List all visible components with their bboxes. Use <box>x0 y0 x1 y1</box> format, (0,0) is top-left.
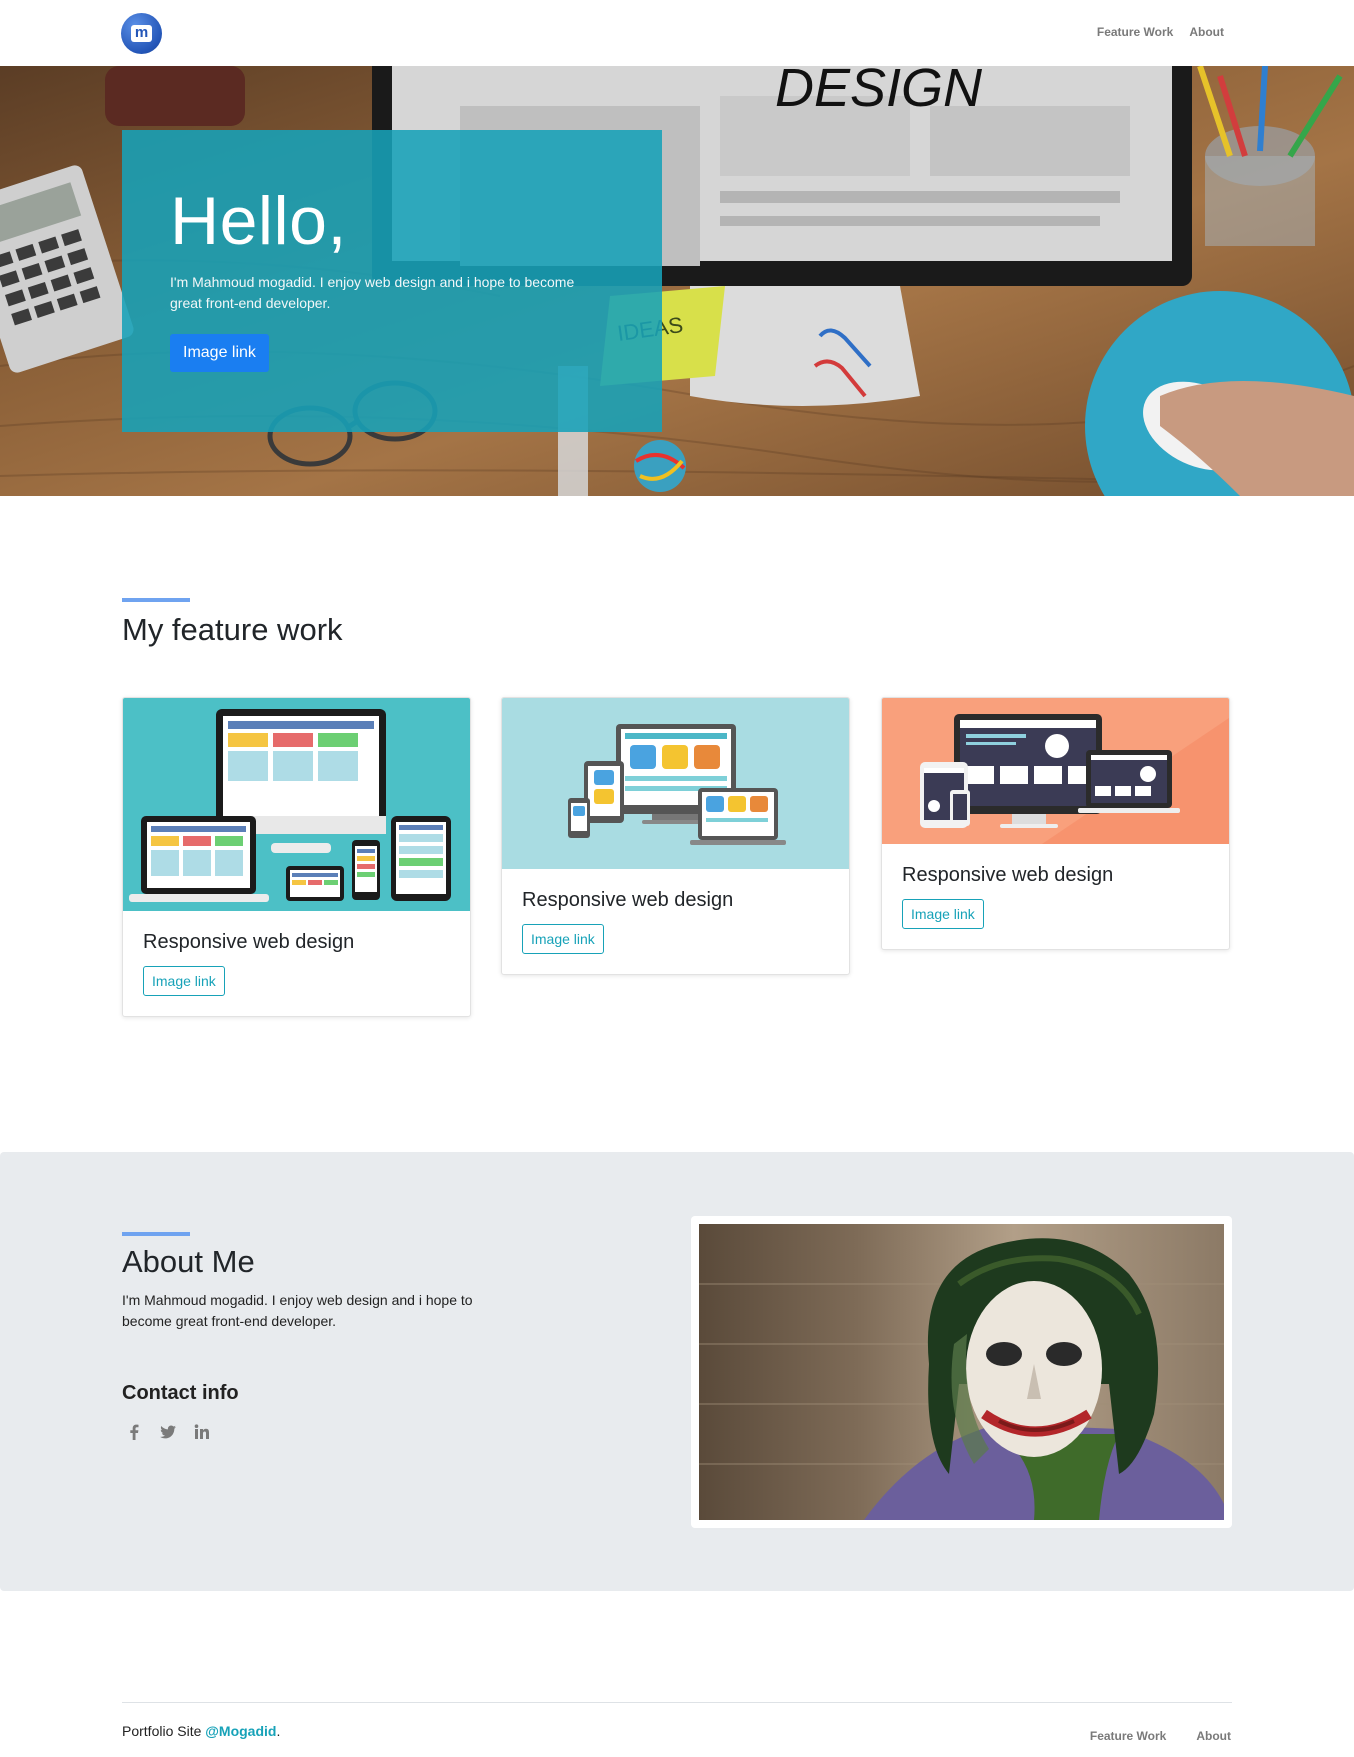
footer-text: Portfolio Site @Mogadid. <box>122 1723 280 1739</box>
feature-card-1: Responsive web design Image link <box>122 697 471 1017</box>
logo[interactable]: m <box>121 13 162 54</box>
social-links <box>124 1422 212 1442</box>
footer-nav: Feature Work About <box>1090 1729 1231 1743</box>
hero-image-link-button[interactable]: Image link <box>170 334 269 372</box>
feature-card-3-image <box>882 698 1229 844</box>
feature-card-3-button[interactable]: Image link <box>902 899 984 929</box>
about-title: About Me <box>122 1244 255 1279</box>
nav-link-about[interactable]: About <box>1189 25 1224 39</box>
feature-card-1-title: Responsive web design <box>143 931 355 953</box>
about-photo <box>699 1224 1224 1520</box>
feature-card-1-button[interactable]: Image link <box>143 966 225 996</box>
feature-card-2: Responsive web design Image link <box>501 697 850 975</box>
feature-card-2-button[interactable]: Image link <box>522 924 604 954</box>
feature-card-2-image <box>502 698 849 869</box>
footer-suffix: . <box>276 1723 281 1739</box>
about-section: About Me I'm Mahmoud mogadid. I enjoy we… <box>0 1152 1354 1591</box>
footer-divider <box>122 1702 1232 1703</box>
feature-card-1-image <box>123 698 470 911</box>
navbar: m Feature Work About <box>0 0 1354 66</box>
contact-info-title: Contact info <box>122 1382 239 1404</box>
feature-card-3: Responsive web design Image link <box>881 697 1230 950</box>
facebook-icon[interactable] <box>124 1422 144 1442</box>
feature-accent-bar <box>122 598 190 602</box>
nav-link-feature-work[interactable]: Feature Work <box>1097 25 1173 39</box>
footer-label: Portfolio Site <box>122 1723 206 1739</box>
about-text: I'm Mahmoud mogadid. I enjoy web design … <box>122 1292 473 1329</box>
hero-title: Hello, <box>170 183 347 259</box>
footer-link-about[interactable]: About <box>1196 1729 1231 1743</box>
hero-banner: DESIGN IDEAS <box>0 66 1354 496</box>
about-photo-frame <box>691 1216 1232 1528</box>
footer-author-link[interactable]: @Mogadid <box>205 1723 276 1739</box>
top-nav: Feature Work About <box>1097 25 1224 39</box>
feature-card-3-title: Responsive web design <box>902 864 1114 886</box>
linkedin-icon[interactable] <box>192 1422 212 1442</box>
feature-card-2-title: Responsive web design <box>522 889 734 911</box>
logo-letter: m <box>131 25 152 42</box>
footer-link-feature-work[interactable]: Feature Work <box>1090 1729 1166 1743</box>
twitter-icon[interactable] <box>158 1422 178 1442</box>
hero-bg-lettering: DESIGN <box>775 66 983 118</box>
hero-text: I'm Mahmoud mogadid. I enjoy web design … <box>170 274 575 311</box>
about-accent-bar <box>122 1232 190 1236</box>
feature-section-title: My feature work <box>122 612 343 647</box>
hero-card: Hello, I'm Mahmoud mogadid. I enjoy web … <box>122 130 662 432</box>
